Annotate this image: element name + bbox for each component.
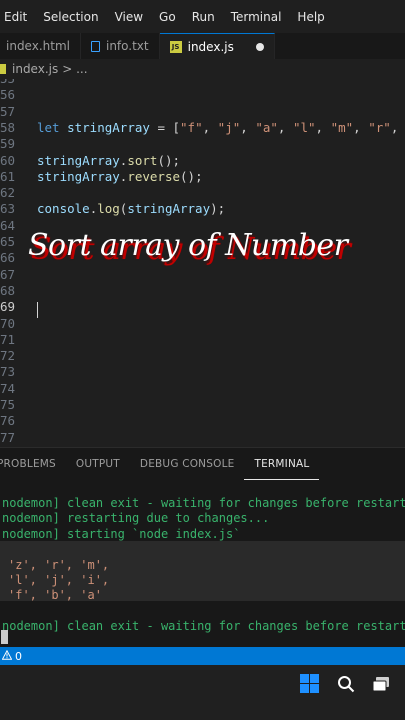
tab-info-txt[interactable]: info.txt bbox=[80, 33, 160, 59]
tab-problems[interactable]: PROBLEMS bbox=[0, 448, 66, 480]
code-text: let stringArray = ["f", "j", "a", "l", "… bbox=[37, 119, 399, 135]
windows-start-icon[interactable] bbox=[300, 674, 319, 693]
code-line[interactable]: 58 let stringArray = ["f", "j", "a", "l",… bbox=[0, 120, 405, 136]
menu-run[interactable]: Run bbox=[184, 10, 223, 24]
code-line[interactable]: 60 stringArray.sort(); bbox=[0, 153, 405, 169]
status-bar: 0 bbox=[0, 647, 405, 665]
code-line[interactable]: 61 stringArray.reverse(); bbox=[0, 169, 405, 185]
terminal-panel: PROBLEMS OUTPUT DEBUG CONSOLE TERMINAL n… bbox=[0, 447, 405, 647]
tab-debug-console[interactable]: DEBUG CONSOLE bbox=[130, 448, 245, 480]
code-text: console.log(stringArray); bbox=[37, 201, 226, 217]
line-number: 75 bbox=[0, 397, 16, 412]
line-number: 69 bbox=[0, 299, 16, 315]
tab-label: index.js bbox=[187, 39, 234, 54]
terminal-line: 'l', 'j', 'i', bbox=[8, 573, 110, 587]
line-number: 62 bbox=[0, 185, 16, 201]
js-file-icon: JS bbox=[169, 40, 182, 53]
menu-terminal[interactable]: Terminal bbox=[223, 10, 290, 24]
text-cursor bbox=[37, 302, 38, 318]
menu-view[interactable]: View bbox=[107, 10, 151, 24]
menu-help[interactable]: Help bbox=[289, 10, 332, 24]
tab-label: index.html bbox=[6, 39, 70, 53]
tab-label: info.txt bbox=[105, 39, 149, 53]
code-line[interactable]: 76 bbox=[0, 413, 405, 429]
line-number: 58 bbox=[0, 119, 16, 135]
line-number: 56 bbox=[0, 87, 16, 103]
code-line[interactable]: 75 bbox=[0, 397, 405, 413]
line-number: 55 bbox=[0, 79, 15, 87]
line-number: 61 bbox=[0, 168, 16, 184]
code-line[interactable]: 62 bbox=[0, 185, 405, 201]
search-icon[interactable] bbox=[337, 675, 355, 693]
unsaved-dot-icon[interactable] bbox=[255, 42, 264, 51]
menu-bar: Edit Selection View Go Run Terminal Help bbox=[0, 0, 405, 33]
code-line[interactable]: 68 bbox=[0, 283, 405, 299]
js-file-icon bbox=[0, 64, 6, 74]
line-number: 68 bbox=[0, 282, 16, 298]
panel-tabs: PROBLEMS OUTPUT DEBUG CONSOLE TERMINAL bbox=[0, 448, 405, 480]
tab-output[interactable]: OUTPUT bbox=[66, 448, 130, 480]
terminal-line: nodemon] clean exit - waiting for change… bbox=[2, 619, 405, 634]
menu-go[interactable]: Go bbox=[151, 10, 184, 24]
code-line[interactable]: 67 bbox=[0, 267, 405, 283]
line-number: 72 bbox=[0, 348, 16, 364]
tab-index-js[interactable]: JS index.js bbox=[159, 33, 275, 59]
code-line[interactable]: 56 bbox=[0, 87, 405, 103]
tab-terminal[interactable]: TERMINAL bbox=[244, 448, 320, 480]
line-number: 65 bbox=[0, 234, 16, 249]
code-editor[interactable]: 55565758 let stringArray = ["f", "j", "a"… bbox=[0, 79, 405, 447]
task-view-icon[interactable] bbox=[371, 675, 391, 693]
terminal-line: 'z', 'r', 'm', bbox=[8, 557, 110, 572]
menu-selection[interactable]: Selection bbox=[35, 10, 106, 24]
editor-tab-bar: index.html info.txt JS index.js bbox=[0, 33, 405, 59]
terminal-line: 'f', 'b', 'a' bbox=[8, 588, 102, 603]
code-line[interactable]: 55 bbox=[0, 79, 405, 87]
breadcrumb-file[interactable]: index.js bbox=[12, 62, 58, 76]
code-line[interactable]: 71 bbox=[0, 332, 405, 348]
warning-icon[interactable] bbox=[1, 649, 13, 663]
line-number: 57 bbox=[0, 103, 16, 119]
code-line[interactable]: 70 bbox=[0, 316, 405, 332]
line-number: 77 bbox=[0, 429, 16, 445]
video-overlay-title: Sort array of Number bbox=[28, 228, 348, 263]
breadcrumb-rest[interactable]: > ... bbox=[62, 62, 87, 76]
terminal-line: nodemon] restarting due to changes... bbox=[2, 511, 270, 526]
tab-index-html[interactable]: index.html bbox=[0, 33, 81, 59]
line-number: 71 bbox=[0, 331, 16, 347]
line-number: 64 bbox=[0, 217, 16, 233]
line-number: 59 bbox=[0, 136, 16, 152]
code-text: stringArray.sort(); bbox=[37, 152, 181, 168]
code-line[interactable]: 63 console.log(stringArray); bbox=[0, 201, 405, 217]
terminal-line: nodemon] clean exit - waiting for change… bbox=[2, 496, 405, 510]
line-number: 66 bbox=[0, 250, 16, 266]
code-text: stringArray.reverse(); bbox=[37, 168, 203, 184]
code-line[interactable]: 57 bbox=[0, 104, 405, 120]
line-number: 63 bbox=[0, 201, 16, 217]
line-number: 73 bbox=[0, 364, 16, 380]
terminal-line: nodemon] starting `node index.js` bbox=[2, 526, 241, 541]
line-number: 76 bbox=[0, 413, 16, 429]
line-number: 67 bbox=[0, 266, 16, 282]
line-number: 70 bbox=[0, 315, 16, 331]
line-number: 60 bbox=[0, 152, 16, 168]
code-line[interactable]: 72 bbox=[0, 348, 405, 364]
code-line[interactable]: 59 bbox=[0, 136, 405, 152]
code-line[interactable]: 77 bbox=[0, 430, 405, 446]
text-file-icon bbox=[90, 40, 100, 52]
terminal-cursor bbox=[1, 630, 8, 644]
breadcrumb: index.js > ... bbox=[0, 59, 405, 79]
menu-edit[interactable]: Edit bbox=[0, 10, 35, 24]
code-line[interactable]: 74 bbox=[0, 381, 405, 397]
warning-count[interactable]: 0 bbox=[15, 650, 22, 663]
line-number: 74 bbox=[0, 380, 16, 396]
code-line[interactable]: 73 bbox=[0, 364, 405, 380]
code-line[interactable]: 69 bbox=[0, 299, 405, 315]
